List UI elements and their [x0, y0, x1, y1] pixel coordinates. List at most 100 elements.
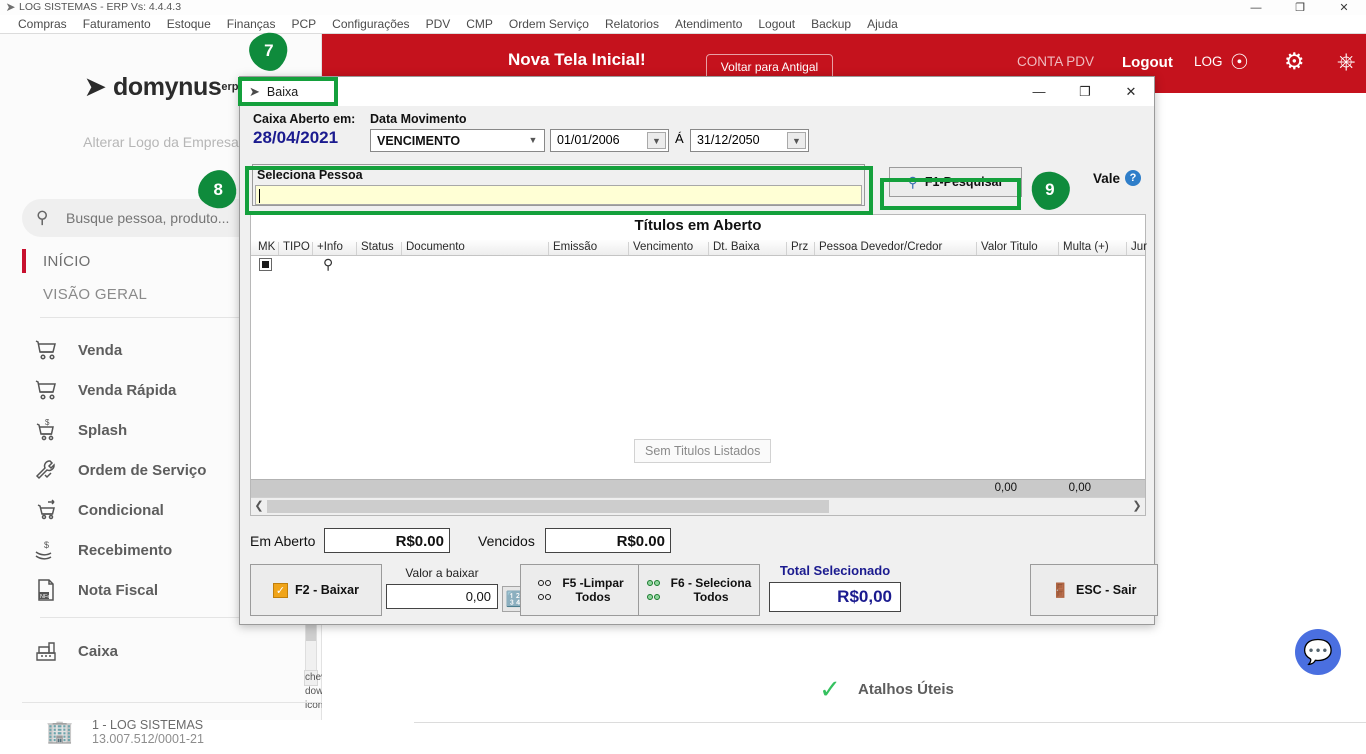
building-icon: 🏢: [46, 719, 74, 744]
grid-empty-message: Sem Titulos Listados: [634, 439, 772, 463]
chevron-right-icon[interactable]: ❯: [1131, 499, 1143, 512]
svg-text:$: $: [45, 418, 50, 427]
total-selecionado-group: Total Selecionado R$0,00: [765, 563, 905, 617]
log-link[interactable]: LOG: [1194, 54, 1223, 69]
f5-label-line2: Todos: [575, 590, 611, 604]
user-circle-icon[interactable]: ☉: [1230, 50, 1249, 75]
dialog-title: Baixa: [266, 84, 299, 99]
f5-limpar-todos-button[interactable]: F5 -Limpar Todos: [520, 564, 642, 616]
menu-item-estoque[interactable]: Estoque: [167, 15, 211, 33]
grid-col-pessoa[interactable]: Pessoa Devedor/Credor: [819, 241, 942, 253]
dialog-window-controls: — ❐ ✕: [1016, 77, 1154, 106]
total-selecionado-value: R$0,00: [837, 587, 892, 606]
f5-label-line1: F5 -Limpar: [562, 576, 624, 590]
sidebar-item-label: Splash: [78, 421, 128, 439]
menu-item-financas[interactable]: Finanças: [227, 15, 276, 33]
date-from-field[interactable]: 01/01/2006 ▼: [550, 129, 669, 152]
grid-col-emissao[interactable]: Emissão: [553, 241, 597, 253]
chevron-left-icon[interactable]: ❮: [253, 499, 265, 512]
grid-col-vencimento[interactable]: Vencimento: [633, 241, 693, 253]
data-movimento-select[interactable]: VENCIMENTO ▼: [370, 129, 545, 152]
grid-title: Títulos em Aberto: [634, 217, 762, 234]
grid-col-info[interactable]: +Info: [317, 241, 343, 253]
os-window-titlebar: ➤ LOG SISTEMAS - ERP Vs: 4.4.4.3 — ❐ ✕: [0, 0, 1366, 15]
em-aberto-field: R$0.00: [324, 528, 450, 553]
vale-label: Vale: [1093, 170, 1121, 186]
grid-filter-row: ⚲: [251, 256, 1145, 274]
vencidos-field: R$0.00: [545, 528, 671, 553]
green-check-badge-icon: ✓: [819, 674, 841, 704]
menu-item-cmp[interactable]: CMP: [466, 15, 493, 33]
text-caret: [259, 189, 260, 203]
menu-item-compras[interactable]: Compras: [18, 15, 67, 33]
power-icon[interactable]: ⎈: [1337, 48, 1355, 75]
menu-item-logout[interactable]: Logout: [758, 15, 795, 33]
valor-a-baixar-input[interactable]: 0,00: [386, 584, 498, 609]
chat-bubble-icon[interactable]: 💬: [1295, 629, 1341, 675]
grid-col-tipo[interactable]: TIPO: [283, 241, 310, 253]
domynus-swoosh-icon: ➤: [249, 83, 260, 99]
date-to-field[interactable]: 31/12/2050 ▼: [690, 129, 809, 152]
cart-icon: [28, 378, 64, 402]
help-question-icon[interactable]: ?: [1125, 170, 1142, 186]
grid-col-documento[interactable]: Documento: [406, 241, 465, 253]
company-selector[interactable]: 🏢 1 - LOG SISTEMAS 13.007.512/0001-21: [0, 710, 322, 754]
menu-item-faturamento[interactable]: Faturamento: [83, 15, 151, 33]
f6-seleciona-todos-button[interactable]: F6 - Seleciona Todos: [638, 564, 760, 616]
active-indicator: [22, 249, 26, 273]
menu-item-atendimento[interactable]: Atendimento: [675, 15, 742, 33]
menu-item-pcp[interactable]: PCP: [291, 15, 316, 33]
menu-item-backup[interactable]: Backup: [811, 15, 851, 33]
date-to-value: 31/12/2050: [697, 133, 760, 147]
caixa-aberto-value: 28/04/2021: [253, 128, 339, 147]
grid-col-mk[interactable]: MK: [258, 241, 275, 253]
conta-pdv-link[interactable]: CONTA PDV: [1017, 54, 1094, 69]
grid-col-status[interactable]: Status: [361, 241, 394, 253]
chevron-down-icon[interactable]: chevron-down-icon: [304, 670, 344, 711]
os-window-controls: — ❐ ✕: [1234, 0, 1366, 15]
atalhos-uteis-section[interactable]: ✓ Atalhos Úteis: [816, 675, 954, 703]
grid-col-juros[interactable]: Jur: [1131, 241, 1147, 253]
grid-col-prz[interactable]: Prz: [791, 241, 808, 253]
menu-item-ajuda[interactable]: Ajuda: [867, 15, 898, 33]
cart-icon: [28, 338, 64, 362]
menu-item-pdv[interactable]: PDV: [426, 15, 451, 33]
f2-baixar-button[interactable]: ✓ F2 - Baixar: [250, 564, 382, 616]
menu-item-ordem-servico[interactable]: Ordem Serviço: [509, 15, 589, 33]
restore-button[interactable]: ❐: [1278, 0, 1322, 15]
minimize-button[interactable]: —: [1234, 0, 1278, 15]
dialog-action-bar: ✓ F2 - Baixar Valor a baixar 0,00 🔢 F5 -…: [240, 562, 1158, 624]
svg-text:$: $: [44, 540, 49, 550]
grid-footer-totals: 0,00 0,00: [251, 479, 1145, 497]
grid-col-dt-baixa[interactable]: Dt. Baixa: [713, 241, 760, 253]
grid-horizontal-scrollbar[interactable]: ❮ ❯: [251, 497, 1145, 515]
sidebar-logo-sup: erp: [221, 81, 239, 93]
close-button[interactable]: ✕: [1322, 0, 1366, 15]
grid-col-multa[interactable]: Multa (+): [1063, 241, 1109, 253]
sidebar-item-label: INÍCIO: [43, 252, 91, 270]
grid-col-valor[interactable]: Valor Titulo: [981, 241, 1038, 253]
magnifier-icon[interactable]: ⚲: [323, 256, 333, 273]
dialog-maximize-button[interactable]: ❐: [1062, 77, 1108, 106]
chevron-down-icon[interactable]: ▼: [787, 132, 806, 149]
baixa-dialog: ➤ Baixa — ❐ ✕ Caixa Aberto em: 28/04/202…: [239, 76, 1158, 625]
gear-icon[interactable]: ⚙: [1284, 48, 1305, 75]
menu-item-configuracoes[interactable]: Configurações: [332, 15, 409, 33]
dialog-close-button[interactable]: ✕: [1108, 77, 1154, 106]
date-from-value: 01/01/2006: [557, 133, 620, 147]
grid-hscroll-thumb[interactable]: [267, 500, 829, 513]
sidebar-logo-text: domynus: [113, 72, 222, 101]
chevron-down-icon[interactable]: ▼: [647, 132, 666, 149]
cart-arrow-icon: [28, 498, 64, 522]
checkbox-filled-icon[interactable]: [259, 258, 272, 271]
em-aberto-label: Em Aberto: [250, 533, 316, 549]
logout-link[interactable]: Logout: [1122, 54, 1173, 71]
dialog-minimize-button[interactable]: —: [1016, 77, 1062, 106]
four-circles-icon: [538, 576, 555, 604]
seleciona-pessoa-input[interactable]: [255, 185, 862, 205]
chevron-down-icon[interactable]: ▼: [525, 133, 541, 148]
esc-sair-button[interactable]: 🚪 ESC - Sair: [1030, 564, 1158, 616]
menu-item-relatorios[interactable]: Relatorios: [605, 15, 659, 33]
four-circles-green-icon: [646, 576, 664, 604]
pesquisar-button[interactable]: ⚲ F1-Pesquisar: [889, 167, 1022, 197]
